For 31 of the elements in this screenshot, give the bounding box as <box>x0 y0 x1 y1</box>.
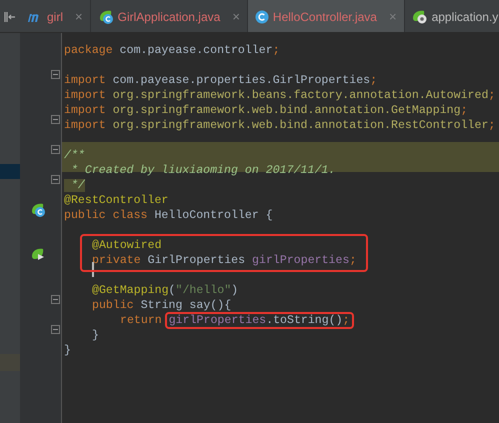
fold-icon[interactable] <box>51 145 60 154</box>
code-line: @Autowired <box>92 239 162 252</box>
code-line: @GetMapping("/hello") <box>92 284 238 297</box>
close-icon[interactable]: × <box>75 6 83 26</box>
code-line: @RestController <box>64 194 168 207</box>
spring-config-icon <box>412 8 428 24</box>
code-line: } <box>64 344 71 357</box>
code-line: import org.springframework.web.bind.annotation.GetMapping; <box>64 104 468 117</box>
code-line: public class HelloController { <box>64 209 273 222</box>
spring-class-icon <box>98 8 114 24</box>
fold-icon[interactable] <box>51 70 60 79</box>
fold-icon[interactable] <box>51 295 60 304</box>
class-icon <box>254 10 269 24</box>
code-line: public String say(){ <box>92 299 232 312</box>
collapse-icon <box>4 12 16 22</box>
file-tab[interactable]: HelloController.java × <box>248 0 405 32</box>
code-line: return girlProperties.toString(); <box>120 314 350 327</box>
code-line: private GirlProperties girlProperties; <box>92 254 356 267</box>
fold-icon[interactable] <box>51 175 60 184</box>
code-line: import org.springframework.beans.factory.annotation.Autowired; <box>64 89 496 102</box>
code-line: package com.payease.controller; <box>64 44 280 57</box>
code-line: } <box>92 329 99 342</box>
code-line: import org.springframework.web.bind.annotation.RestController; <box>64 119 496 132</box>
sidebar-selection <box>0 164 20 179</box>
code-line: import com.payease.properties.GirlProperties; <box>64 74 378 87</box>
close-icon[interactable]: × <box>388 6 397 26</box>
fold-icon[interactable] <box>51 325 60 334</box>
code-line: * Created by liuxiaoming on 2017/11/1. <box>70 164 336 177</box>
fold-icon[interactable] <box>51 115 60 124</box>
code-line: /** <box>64 149 85 162</box>
close-icon[interactable]: × <box>232 6 240 26</box>
